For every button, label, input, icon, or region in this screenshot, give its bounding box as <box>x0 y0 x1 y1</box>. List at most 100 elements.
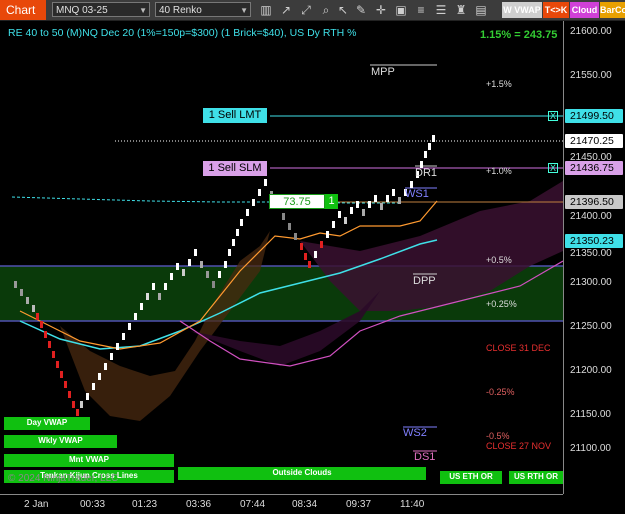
price-axis[interactable]: 21600.00 21550.00 21500.00 21450.00 2140… <box>563 21 625 494</box>
sell-lmt-order[interactable]: 1 Sell LMT <box>203 108 267 123</box>
renko-brick <box>264 179 267 186</box>
renko-brick <box>14 281 17 288</box>
pct-plus-1-5: +1.5% <box>486 79 512 89</box>
y-tick-label: 21350.00 <box>570 248 612 259</box>
x-tick-label: 11:40 <box>400 499 425 510</box>
us-eth-or-button[interactable]: US ETH OR <box>440 471 502 484</box>
cloud-price-tag: 21350.23 <box>565 234 623 248</box>
pct-plus-1-0: +1.0% <box>486 166 512 176</box>
renko-brick <box>110 353 113 360</box>
renko-brick <box>60 371 63 378</box>
cube-icon[interactable]: ▣ <box>393 2 409 18</box>
renko-brick <box>258 189 261 196</box>
mpp-label: MPP <box>371 66 395 78</box>
wkly-vwap-button[interactable]: Wkly VWAP <box>4 435 117 448</box>
renko-brick <box>56 361 59 368</box>
renko-brick <box>32 305 35 312</box>
renko-brick <box>194 249 197 256</box>
renko-brick <box>212 281 215 288</box>
renko-brick <box>72 401 75 408</box>
cursor-icon[interactable]: ↖ <box>335 2 351 18</box>
renko-brick <box>300 243 303 250</box>
close-icon[interactable]: X <box>548 163 558 173</box>
cloud-button[interactable]: Cloud <box>570 2 599 18</box>
renko-brick <box>338 211 341 218</box>
renko-brick <box>368 201 371 208</box>
renko-brick <box>398 197 401 204</box>
x-tick-label: 07:44 <box>240 499 266 510</box>
renko-brick <box>362 209 365 216</box>
renko-brick <box>206 271 209 278</box>
renko-brick <box>344 217 347 224</box>
pct-plus-0-5: +0.5% <box>486 255 512 265</box>
renko-brick <box>122 333 125 340</box>
x-tick-label: 00:33 <box>80 499 106 510</box>
x-tick-label: 01:23 <box>132 499 158 510</box>
close-icon[interactable]: X <box>548 111 558 121</box>
barco-button[interactable]: BarCo <box>600 2 625 18</box>
renko-brick <box>68 391 71 398</box>
renko-brick <box>410 181 413 188</box>
sell-lmt-price-tag: 21499.50 <box>565 109 623 123</box>
pct-readout: 1.15% = 243.75 <box>480 29 558 41</box>
crosshair-icon[interactable]: ✛ <box>373 2 389 18</box>
scroll-icon[interactable]: ⤢ <box>298 2 314 18</box>
renko-brick <box>76 409 79 416</box>
renko-brick <box>80 401 83 408</box>
renko-brick <box>98 373 101 380</box>
bars-icon[interactable]: ▥ <box>258 2 274 18</box>
renko-brick <box>224 261 227 268</box>
bar-type-value: 40 Renko <box>159 5 202 16</box>
ws2-label: WS2 <box>403 427 427 439</box>
renko-brick <box>140 303 143 310</box>
position-qty[interactable]: 1 <box>325 194 338 209</box>
outside-clouds-button[interactable]: Outside Clouds <box>178 467 426 480</box>
chart-tab-label[interactable]: Chart <box>0 0 46 20</box>
renko-brick <box>246 209 249 216</box>
renko-brick <box>104 363 107 370</box>
renko-brick <box>236 229 239 236</box>
pct-minus-0-5: -0.5% <box>486 431 510 441</box>
renko-brick <box>314 251 317 258</box>
pct-minus-0-25: -0.25% <box>486 387 515 397</box>
x-tick-label: 08:34 <box>292 499 318 510</box>
tk-button[interactable]: T<>K <box>543 2 569 18</box>
sell-slm-order[interactable]: 1 Sell SLM <box>203 161 267 176</box>
time-axis[interactable]: 2 Jan 00:33 01:23 03:36 07:44 08:34 09:3… <box>0 494 563 514</box>
panel-icon[interactable]: ▤ <box>473 2 489 18</box>
last-price-tag: 21470.25 <box>565 134 623 148</box>
pencil-icon[interactable]: ✎ <box>353 2 369 18</box>
us-rth-or-button[interactable]: US RTH OR <box>509 471 563 484</box>
strategy-icon[interactable]: ≡ <box>413 2 429 18</box>
renko-brick <box>40 321 43 328</box>
zoom-icon[interactable]: ⌕ <box>318 2 334 18</box>
renko-brick <box>392 189 395 196</box>
renko-brick <box>252 199 255 206</box>
x-tick-label: 03:36 <box>186 499 212 510</box>
renko-brick <box>308 261 311 268</box>
properties-icon[interactable]: ☰ <box>433 2 449 18</box>
vwap-button[interactable]: W VWAP <box>502 2 542 18</box>
bar-type-selector[interactable]: 40 Renko ▼ <box>155 2 251 17</box>
y-tick-label: 21100.00 <box>570 443 611 454</box>
position-pnl[interactable]: 73.75 <box>269 194 325 209</box>
renko-brick <box>232 239 235 246</box>
renko-brick <box>240 219 243 226</box>
mnt-vwap-button[interactable]: Mnt VWAP <box>4 454 174 467</box>
chart-plot-area[interactable]: RE 40 to 50 (M)NQ Dec 20 (1%=150p=$300) … <box>0 21 563 494</box>
renko-brick <box>36 313 39 320</box>
renko-brick <box>332 221 335 228</box>
day-vwap-button[interactable]: Day VWAP <box>4 417 90 430</box>
renko-brick <box>26 297 29 304</box>
renko-brick <box>424 151 427 158</box>
y-tick-label: 21550.00 <box>570 70 612 81</box>
trend-icon[interactable]: ↗ <box>278 2 294 18</box>
renko-brick <box>20 289 23 296</box>
renko-brick <box>170 273 173 280</box>
indicator-icon[interactable]: ♜ <box>453 2 469 18</box>
renko-brick <box>294 233 297 240</box>
renko-brick <box>86 393 89 400</box>
renko-brick <box>116 343 119 350</box>
renko-brick <box>326 231 329 238</box>
instrument-selector[interactable]: MNQ 03-25 ▼ <box>52 2 150 17</box>
